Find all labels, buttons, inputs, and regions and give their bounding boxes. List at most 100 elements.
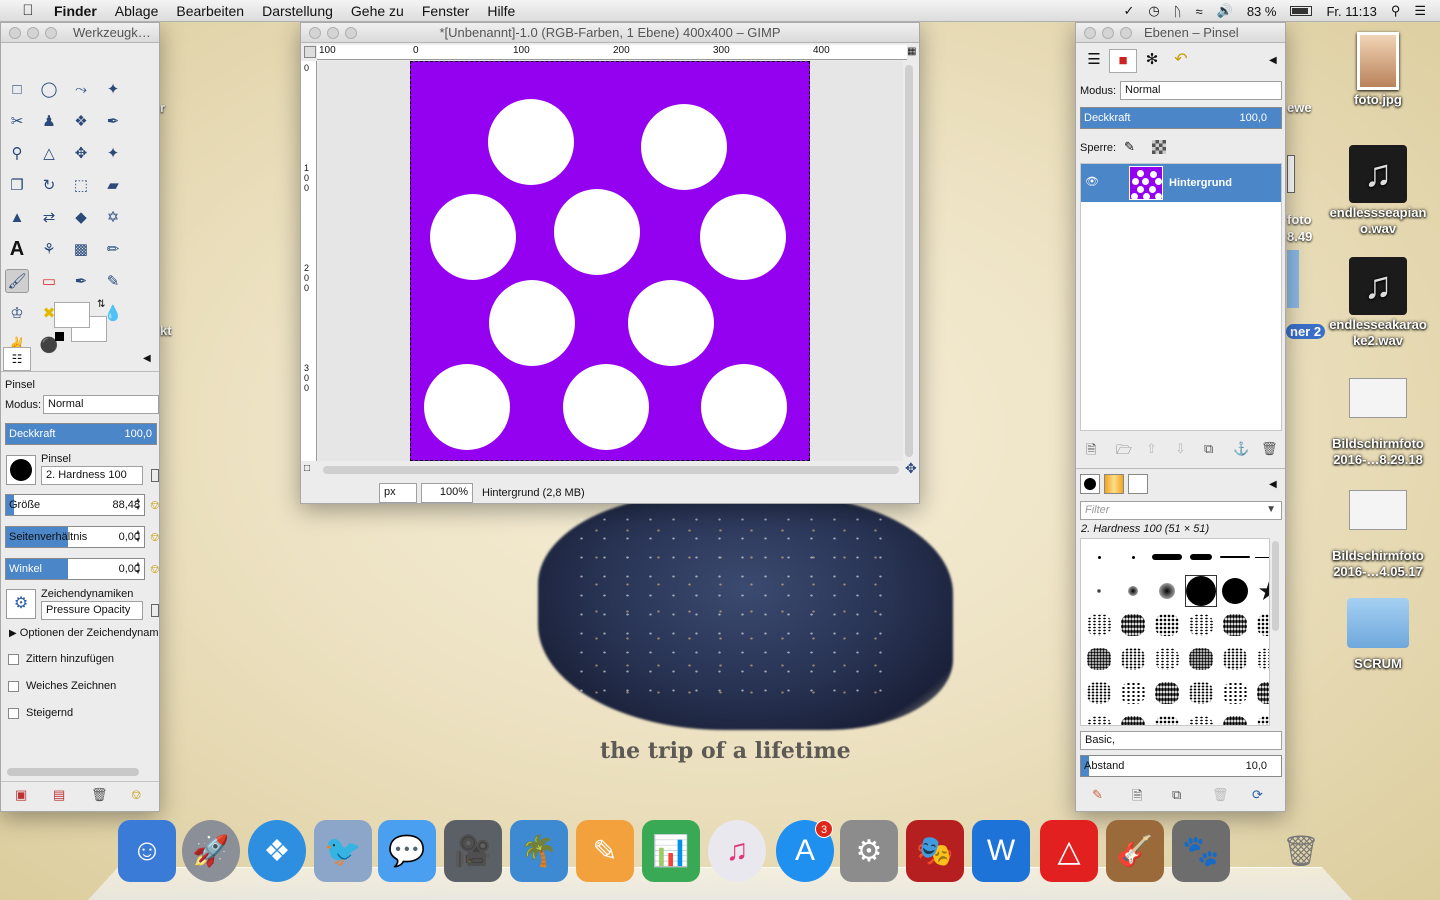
image-titlebar[interactable]: *[Unbenannt]-1.0 (RGB-Farben, 1 Ebene) 4… <box>301 23 919 43</box>
scissors-select-icon[interactable]: ✂ <box>5 109 29 133</box>
dock-app-nachrichten[interactable]: 💬 <box>378 820 436 882</box>
dock-app-launchpad[interactable]: 🚀 <box>182 820 240 882</box>
battery-icon[interactable] <box>1290 6 1313 16</box>
dock-app-garageband[interactable]: 🎸 <box>1106 820 1164 882</box>
brush-tile[interactable] <box>1117 677 1149 709</box>
clock[interactable]: Fr. 11:13 <box>1326 4 1376 19</box>
reset-options-icon[interactable]: ⎊ <box>131 787 141 803</box>
dock-app-avira[interactable]: △ <box>1040 820 1098 882</box>
refresh-brushes-icon[interactable]: ⟳ <box>1252 787 1263 803</box>
lock-pixels-icon[interactable]: ✎ <box>1124 139 1135 155</box>
brush-tile[interactable] <box>1253 609 1269 641</box>
brush-tile[interactable] <box>1219 677 1251 709</box>
close-button[interactable] <box>1084 26 1096 39</box>
blend-icon[interactable]: ▩ <box>69 237 93 261</box>
warp-icon[interactable]: ✡ <box>101 205 125 229</box>
clone-icon[interactable]: ♔ <box>5 301 29 325</box>
mode-select[interactable]: Normal <box>43 395 159 414</box>
angle-slider[interactable]: Winkel 0,00 <box>5 558 145 580</box>
zoom-button[interactable] <box>1120 26 1132 39</box>
dock-app-numbers[interactable]: 📊 <box>642 820 700 882</box>
desktop-icon-endlesseakaraoke2[interactable]: ♫ endlesseakaraoke2.wav <box>1328 257 1428 349</box>
brush-scrollbar[interactable] <box>1272 541 1279 631</box>
text-icon[interactable]: A <box>5 237 29 261</box>
rect-select-icon[interactable]: □ <box>5 77 29 101</box>
brush-tile[interactable] <box>1185 541 1217 573</box>
anchor-layer-icon[interactable]: ⚓ <box>1233 441 1249 457</box>
tab-paths[interactable]: ✻ <box>1138 49 1166 73</box>
brush-tile[interactable] <box>1151 609 1183 641</box>
spotlight-icon[interactable]: ⚲ <box>1391 3 1401 19</box>
ruler-origin[interactable] <box>304 46 316 58</box>
restore-options-icon[interactable]: ▤ <box>53 787 65 803</box>
default-colors-icon[interactable] <box>55 332 64 341</box>
cage-icon[interactable]: ◆ <box>69 205 93 229</box>
dock-app-itunes[interactable]: ♫ <box>708 820 766 882</box>
brush-tile[interactable] <box>1083 711 1115 725</box>
zoom-button[interactable] <box>45 26 57 39</box>
selected-brush[interactable] <box>1185 575 1217 607</box>
dock-app-papierkorb[interactable]: 🗑 <box>1272 820 1330 882</box>
time-machine-icon[interactable]: ◷ <box>1148 3 1159 19</box>
navigation-icon[interactable]: ▦ <box>907 46 916 57</box>
brush-tile[interactable] <box>1219 711 1251 725</box>
tab-channels[interactable]: ■ <box>1109 49 1137 73</box>
brush-tile[interactable] <box>1117 541 1149 573</box>
new-layer-group-icon[interactable]: 🗁 <box>1116 441 1132 463</box>
brush-tile[interactable] <box>1253 677 1269 709</box>
brush-tile[interactable] <box>1117 609 1149 641</box>
ellipse-select-icon[interactable]: ◯ <box>37 77 61 101</box>
brush-tile[interactable]: ★ <box>1253 575 1269 607</box>
menu-darstellung[interactable]: Darstellung <box>262 3 333 19</box>
opacity-slider[interactable]: Deckkraft 100,0 <box>5 423 157 445</box>
aspect-slider[interactable]: Seitenverhältnis 0,00 <box>5 526 145 548</box>
wifi-icon[interactable]: ≈ <box>1196 4 1203 19</box>
duplicate-brush-icon[interactable]: ⧉ <box>1172 787 1181 803</box>
size-reset-icon[interactable]: ⎊ <box>150 498 160 513</box>
dock-app-mail[interactable]: 🐦 <box>314 820 372 882</box>
delete-brush-icon[interactable]: 🗑 <box>1212 787 1229 803</box>
brush-tile[interactable] <box>1083 677 1115 709</box>
measure-icon[interactable]: △ <box>37 141 61 165</box>
fuzzy-select-icon[interactable]: ✦ <box>101 77 125 101</box>
new-brush-icon[interactable]: 🗎 <box>1132 787 1142 809</box>
brush-tile[interactable] <box>1151 541 1183 573</box>
desktop-icon-screenshot-2[interactable]: Bildschirmfoto 2016-…4.05.17 <box>1328 490 1428 580</box>
move-icon[interactable]: ✥ <box>69 141 93 165</box>
tab-gradients[interactable] <box>1128 474 1148 494</box>
brush-filter-input[interactable]: Filter ▼ <box>1080 501 1282 520</box>
brush-tile[interactable] <box>1253 711 1269 725</box>
spacing-slider[interactable]: Abstand 10,0 <box>1080 755 1282 777</box>
tool-options-tab[interactable]: ☷ <box>3 347 31 371</box>
zoom-icon[interactable]: ⚲ <box>5 141 29 165</box>
menu-finder[interactable]: Finder <box>54 3 97 19</box>
desktop-icon-scrum[interactable]: SCRUM <box>1328 598 1428 672</box>
dock-app-facetime[interactable]: 🎥 <box>444 820 502 882</box>
tab-layers[interactable]: ☰ <box>1080 49 1108 73</box>
paintbrush-icon[interactable]: 🖌 <box>5 269 29 293</box>
brush-tile[interactable] <box>1083 643 1115 675</box>
smooth-checkbox[interactable]: Weiches Zeichnen <box>8 680 116 692</box>
brush-grid[interactable]: ★ <box>1080 538 1270 726</box>
paths-icon[interactable]: ❖ <box>69 109 93 133</box>
tab-brushes[interactable] <box>1080 474 1100 494</box>
shear-icon[interactable]: ▰ <box>101 173 125 197</box>
dock-app-gimp[interactable]: 🐾 <box>1172 820 1230 882</box>
brush-tile[interactable] <box>1253 643 1269 675</box>
lock-alpha-icon[interactable] <box>1152 140 1166 154</box>
brush-tile[interactable] <box>1151 643 1183 675</box>
airbrush-icon[interactable]: ✒ <box>69 269 93 293</box>
apple-menu-icon[interactable]:  <box>16 2 40 19</box>
ruler-top[interactable]: 100 0 100 200 300 400 <box>317 45 907 60</box>
notification-center-icon[interactable]: ☰ <box>1414 3 1426 19</box>
close-button[interactable] <box>9 26 21 39</box>
lower-layer-icon[interactable]: ⇩ <box>1175 441 1186 457</box>
flip-icon[interactable]: ⇄ <box>37 205 61 229</box>
horizontal-scrollbar[interactable] <box>323 466 899 474</box>
avira-status-icon[interactable]: ✓ <box>1123 3 1134 19</box>
dock-app-iphoto[interactable]: 🌴 <box>510 820 568 882</box>
zoom-select[interactable]: 100% <box>421 483 473 503</box>
brush-tile[interactable] <box>1083 609 1115 641</box>
brush-edit-icon[interactable] <box>151 469 159 482</box>
aspect-reset-icon[interactable]: ⎊ <box>150 530 160 545</box>
